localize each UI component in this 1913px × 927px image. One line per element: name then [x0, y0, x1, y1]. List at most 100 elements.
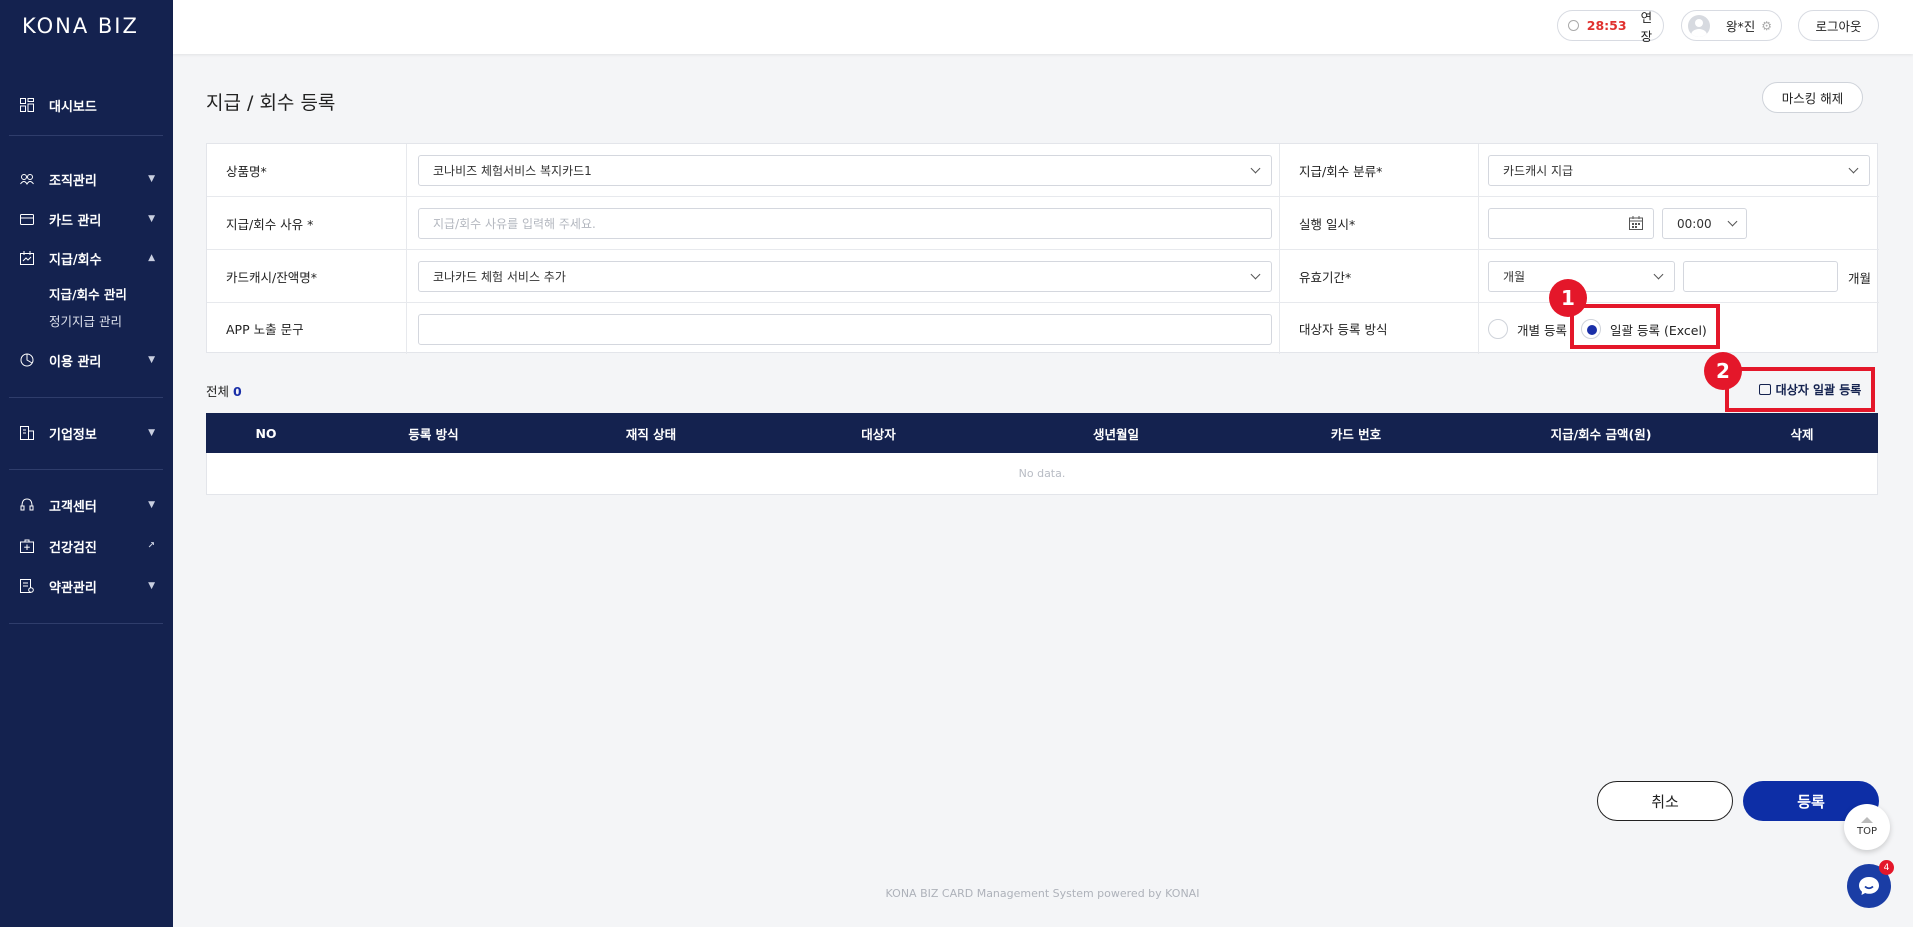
sidebar-item-label: 기업정보 [49, 427, 97, 443]
unmask-button[interactable]: 마스킹 해제 [1762, 82, 1863, 113]
sidebar-item-organization[interactable]: 조직관리 ▼ [0, 165, 173, 193]
reason-input[interactable]: 지급/회수 사유를 입력해 주세요. [418, 208, 1272, 239]
sidebar-item-label: 건강검진 [49, 540, 97, 556]
sidebar-item-label: 이용 관리 [49, 354, 102, 370]
radio-individual[interactable]: 개별 등록 [1488, 319, 1567, 339]
bulk-register-button[interactable]: 대상자 일괄 등록 [1748, 375, 1872, 403]
sidebar-item-support[interactable]: 고객센터 ▼ [0, 491, 173, 519]
chevron-down-icon: ▼ [148, 355, 155, 365]
chevron-down-icon [1250, 269, 1261, 280]
highlight-box-1 [1570, 304, 1720, 349]
sidebar-subitem-regular-payment[interactable]: 정기지급 관리 [49, 311, 122, 330]
session-time: 28:53 [1586, 18, 1627, 33]
sidebar: KONA BIZ 대시보드 조직관리 ▼ 카드 관리 ▼ 지급/회수 ▲ 지급/… [0, 0, 173, 927]
chevron-down-icon [1250, 163, 1261, 174]
column-header: 대상자 [861, 426, 896, 442]
category-select[interactable]: 카드캐시 지급 [1488, 155, 1870, 186]
extend-session-button[interactable]: 연장 [1641, 7, 1663, 45]
cash-label: 카드캐시/잔액명* [207, 250, 407, 302]
chevron-down-icon: ▼ [148, 581, 155, 591]
page-title: 지급 / 회수 등록 [206, 92, 336, 114]
category-label: 지급/회수 분류* [1279, 144, 1479, 196]
scroll-top-label: TOP [1856, 826, 1877, 837]
cash-select[interactable]: 코나카드 체험 서비스 추가 [418, 261, 1272, 292]
sidebar-item-card[interactable]: 카드 관리 ▼ [0, 205, 173, 233]
exec-time-value: 00:00 [1677, 216, 1712, 231]
exec-date-input[interactable] [1488, 208, 1654, 239]
app-text-input[interactable] [418, 314, 1272, 345]
gear-icon[interactable]: ⚙ [1761, 19, 1772, 33]
validity-label: 유효기간* [1279, 250, 1479, 302]
cancel-button[interactable]: 취소 [1597, 781, 1733, 821]
form-row-cash: 카드캐시/잔액명* 코나카드 체험 서비스 추가 유효기간* 개월 개월 [207, 250, 1879, 303]
logout-button[interactable]: 로그아웃 [1798, 10, 1879, 41]
sidebar-item-health[interactable]: 건강검진 ↗ [0, 532, 173, 560]
sidebar-item-company[interactable]: 기업정보 ▼ [0, 419, 173, 447]
sidebar-item-label: 고객센터 [49, 499, 97, 515]
user-menu[interactable]: 왕*진 ⚙ [1681, 10, 1782, 41]
product-select[interactable]: 코나비즈 체험서비스 복지카드1 [418, 155, 1272, 186]
scroll-top-button[interactable]: TOP [1844, 804, 1890, 850]
sidebar-divider [9, 135, 163, 136]
bulk-register-label: 대상자 일괄 등록 [1775, 382, 1862, 397]
sidebar-divider [9, 397, 163, 398]
chevron-down-icon [1653, 269, 1664, 280]
chevron-down-icon [1848, 163, 1859, 174]
user-name: 왕*진 [1726, 19, 1756, 34]
card-icon [20, 212, 34, 226]
sidebar-item-usage[interactable]: 이용 관리 ▼ [0, 346, 173, 374]
sidebar-item-label: 대시보드 [49, 99, 97, 115]
category-value: 카드캐시 지급 [1503, 164, 1574, 178]
annotation-marker-2: 2 [1704, 352, 1742, 390]
app-logo[interactable]: KONA BIZ [22, 14, 139, 38]
column-header: 재직 상태 [625, 426, 677, 442]
chevron-down-icon: ▼ [148, 214, 155, 224]
exec-datetime-label: 실행 일시* [1279, 197, 1479, 249]
top-header: 28:53 연장 왕*진 ⚙ 로그아웃 [173, 0, 1913, 54]
radio-circle[interactable] [1488, 319, 1508, 339]
exec-time-select[interactable]: 00:00 [1662, 208, 1747, 239]
chat-badge: 4 [1879, 860, 1894, 875]
annotation-marker-1: 1 [1549, 279, 1587, 317]
validity-unit-value: 개월 [1503, 270, 1526, 284]
chevron-down-icon [1727, 216, 1738, 227]
sidebar-item-payment[interactable]: 지급/회수 ▲ [0, 244, 173, 272]
column-header: 카드 번호 [1330, 426, 1382, 442]
product-value: 코나비즈 체험서비스 복지카드1 [433, 164, 592, 178]
column-header: 지급/회수 금액(원) [1550, 426, 1652, 442]
cash-value: 코나카드 체험 서비스 추가 [433, 270, 566, 284]
chevron-down-icon: ▼ [148, 500, 155, 510]
column-header: 삭제 [1790, 426, 1814, 442]
calendar-icon[interactable] [1629, 216, 1643, 233]
reason-label: 지급/회수 사유 * [207, 197, 407, 249]
total-label: 전체 [206, 384, 230, 399]
product-label: 상품명* [207, 144, 407, 196]
total-count-value: 0 [233, 384, 242, 399]
footer-text: KONA BIZ CARD Management System powered … [885, 887, 1200, 900]
radio-individual-label: 개별 등록 [1517, 322, 1567, 338]
headset-icon [20, 498, 34, 512]
session-timer[interactable]: 28:53 연장 [1557, 10, 1664, 44]
sidebar-item-dashboard[interactable]: 대시보드 [0, 91, 173, 119]
organization-icon [20, 172, 34, 186]
sidebar-item-label: 조직관리 [49, 173, 97, 189]
arrow-up-icon [1861, 817, 1873, 823]
sidebar-item-label: 카드 관리 [49, 213, 102, 229]
sidebar-subitem-payment-manage[interactable]: 지급/회수 관리 [49, 284, 127, 303]
column-header: 생년월일 [1092, 426, 1139, 442]
table-header: NO 등록 방식 재직 상태 대상자 생년월일 카드 번호 지급/회수 금액(원… [206, 413, 1878, 453]
validity-unit-label: 개월 [1848, 271, 1872, 286]
chevron-down-icon: ▼ [148, 428, 155, 438]
health-icon [20, 539, 34, 553]
total-count: 전체 0 [206, 381, 242, 400]
sidebar-item-label: 약관관리 [49, 580, 97, 596]
external-link-icon: ↗ [147, 541, 155, 551]
chevron-up-icon: ▲ [148, 253, 155, 263]
validity-months-input[interactable] [1683, 261, 1838, 292]
payment-icon [20, 251, 34, 265]
sidebar-item-terms[interactable]: 약관관리 ▼ [0, 572, 173, 600]
sidebar-divider [9, 469, 163, 470]
form-row-product: 상품명* 코나비즈 체험서비스 복지카드1 지급/회수 분류* 카드캐시 지급 [207, 144, 1879, 197]
usage-icon [20, 353, 34, 367]
chevron-down-icon: ▼ [148, 174, 155, 184]
